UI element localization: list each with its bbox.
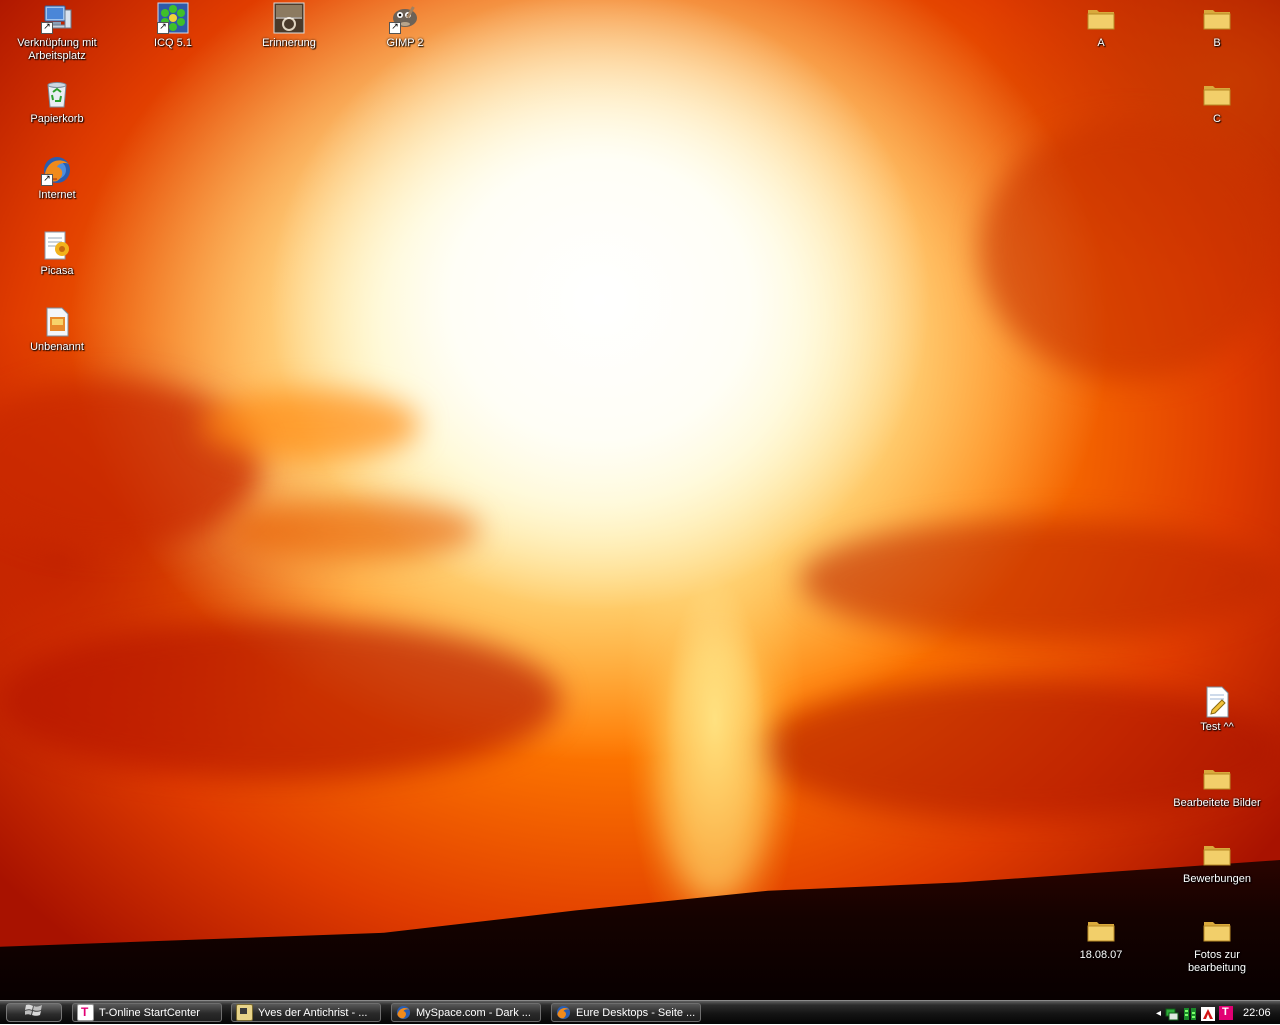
desktop-icon-test[interactable]: Test ^^	[1169, 686, 1265, 734]
desktop-icon-label: 18.08.07	[1079, 949, 1123, 961]
desktop-icon-label: Erinnerung	[262, 37, 316, 49]
recycle-bin-icon	[41, 78, 73, 110]
desktop-icon-folder-bearbeitete-bilder[interactable]: Bearbeitete Bilder	[1169, 762, 1265, 810]
desktop-icon-label: Fotos zur bearbeitung	[1187, 949, 1247, 974]
messenger-icon	[236, 1004, 253, 1021]
antivir-umbrella-icon[interactable]	[1201, 1006, 1216, 1021]
desktop-icon-folder-a[interactable]: A	[1053, 2, 1149, 50]
desktop-icon-icq[interactable]: ↗ ICQ 5.1	[125, 2, 221, 50]
wallpaper-cloud	[200, 390, 420, 460]
image-file-icon	[41, 306, 73, 338]
windows-logo-icon	[24, 1003, 43, 1022]
desktop-icon-label: ICQ 5.1	[154, 37, 192, 49]
folder-icon	[1085, 914, 1117, 946]
picasa-icon	[41, 230, 73, 262]
desktop-icon-label: B	[1213, 37, 1221, 49]
desktop-icon-folder-c[interactable]: C	[1169, 78, 1265, 126]
desktop-icon-folder-18-08-07[interactable]: 18.08.07	[1053, 914, 1149, 962]
desktop-icon-my-computer[interactable]: ↗ Verknüpfung mit Arbeitsplatz	[9, 2, 105, 63]
taskbar: T T-Online StartCenter Yves der Antichri…	[0, 1000, 1280, 1024]
firefox-icon: ↗	[41, 154, 73, 186]
taskbar-button-messenger-chat[interactable]: Yves der Antichrist - ...	[231, 1003, 381, 1022]
folder-icon	[1085, 2, 1117, 34]
document-icon	[1201, 686, 1233, 718]
taskbar-button-myspace[interactable]: MySpace.com - Dark ...	[391, 1003, 541, 1022]
folder-icon	[1201, 78, 1233, 110]
gimp-icon: ↗	[389, 2, 421, 34]
desktop-icon-folder-bewerbungen[interactable]: Bewerbungen	[1169, 838, 1265, 886]
desktop-icon-folder-b[interactable]: B	[1169, 2, 1265, 50]
wallpaper-cloud	[0, 620, 560, 780]
video-file-icon	[273, 2, 305, 34]
desktop-icon-label: A	[1097, 37, 1105, 49]
desktop-icon-label: Test ^^	[1200, 721, 1234, 733]
desktop-icon-recycle-bin[interactable]: Papierkorb	[9, 78, 105, 126]
desktop-icon-label: Verknüpfung mit Arbeitsplatz	[17, 37, 97, 62]
desktop-wallpaper	[0, 0, 1280, 1000]
desktop-icon-label: Internet	[38, 189, 76, 201]
network-icon[interactable]	[1165, 1006, 1179, 1021]
icq-flower-icon: ↗	[157, 2, 189, 34]
shortcut-arrow-icon: ↗	[41, 22, 53, 34]
t-online-tray-icon[interactable]: T	[1219, 1006, 1234, 1020]
my-computer-icon: ↗	[41, 2, 73, 34]
folder-icon	[1201, 914, 1233, 946]
desktop-icon-unbenannt[interactable]: Unbenannt	[9, 306, 105, 354]
firefox-icon	[396, 1005, 411, 1020]
desktop-icon-label: C	[1213, 113, 1221, 125]
tray-expand-arrow-icon[interactable]: ◂	[1156, 1008, 1161, 1019]
desktop-icon-gimp[interactable]: ↗ GIMP 2	[357, 2, 453, 50]
desktop-icon-internet[interactable]: ↗ Internet	[9, 154, 105, 202]
wallpaper-cloud	[980, 120, 1280, 380]
taskbar-button-label: Yves der Antichrist - ...	[258, 1006, 368, 1019]
wallpaper-cloud	[800, 520, 1280, 640]
taskbar-button-label: MySpace.com - Dark ...	[416, 1006, 531, 1019]
start-button[interactable]	[6, 1003, 62, 1022]
folder-icon	[1201, 762, 1233, 794]
firefox-icon	[556, 1005, 571, 1020]
wallpaper-cloud	[660, 640, 770, 900]
clock[interactable]: 22:06	[1243, 1007, 1271, 1019]
folder-icon	[1201, 838, 1233, 870]
t-online-icon: T	[77, 1004, 94, 1021]
wallpaper-cloud	[230, 500, 480, 560]
taskbar-button-eure-desktops[interactable]: Eure Desktops - Seite ...	[551, 1003, 701, 1022]
shortcut-arrow-icon: ↗	[157, 22, 169, 34]
signal-meter-icon[interactable]	[1183, 1006, 1197, 1020]
desktop-icon-label: Unbenannt	[30, 341, 84, 353]
desktop-icon-label: Bewerbungen	[1183, 873, 1251, 885]
taskbar-button-label: T-Online StartCenter	[99, 1006, 200, 1019]
shortcut-arrow-icon: ↗	[389, 22, 401, 34]
desktop-icon-picasa[interactable]: Picasa	[9, 230, 105, 278]
desktop-icon-label: Picasa	[40, 265, 74, 277]
desktop-icon-label: Papierkorb	[30, 113, 84, 125]
folder-icon	[1201, 2, 1233, 34]
shortcut-arrow-icon: ↗	[41, 174, 53, 186]
desktop-icon-label: GIMP 2	[386, 37, 424, 49]
taskbar-button-t-online-startcenter[interactable]: T T-Online StartCenter	[72, 1003, 222, 1022]
desktop-icon-label: Bearbeitete Bilder	[1173, 797, 1261, 809]
desktop-icon-erinnerung[interactable]: Erinnerung	[241, 2, 337, 50]
system-tray: ◂ T 22:06	[1150, 1002, 1280, 1024]
desktop-icon-folder-fotos-zur-bearbeitung[interactable]: Fotos zur bearbeitung	[1169, 914, 1265, 975]
taskbar-button-label: Eure Desktops - Seite ...	[576, 1006, 696, 1019]
